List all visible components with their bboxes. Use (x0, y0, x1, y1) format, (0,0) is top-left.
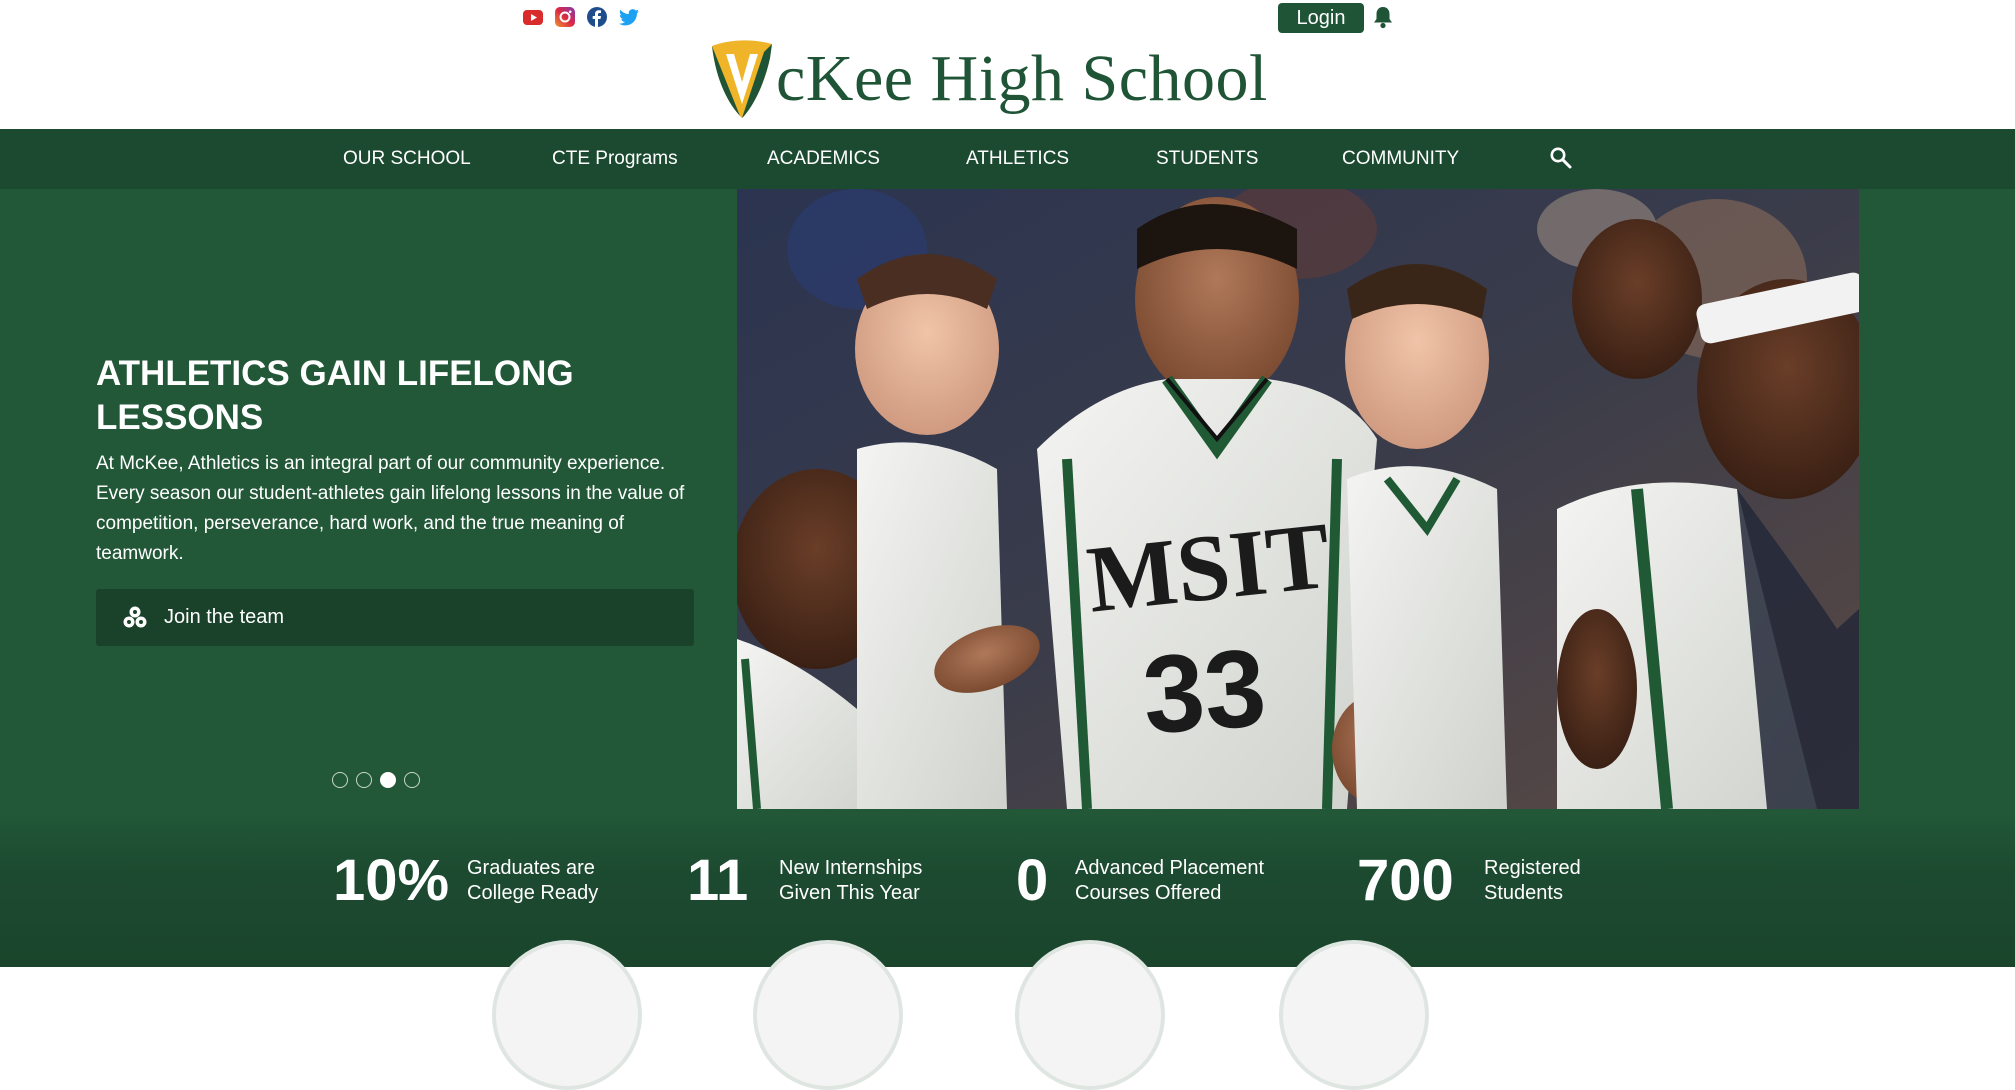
feature-circle-2[interactable] (753, 940, 903, 1090)
search-icon[interactable] (1549, 146, 1573, 170)
feature-circle-3[interactable] (1015, 940, 1165, 1090)
join-team-button[interactable]: Join the team (96, 589, 694, 646)
stat-value-graduates: 10% (333, 848, 450, 913)
slider-dot-3-active[interactable] (380, 772, 396, 788)
stat-value-ap-courses: 0 (1016, 848, 1049, 913)
stat-label-ap-courses-2: Courses Offered (1075, 882, 1222, 904)
stat-value-internships: 11 (687, 848, 749, 913)
notification-bell-icon[interactable] (1372, 5, 1394, 29)
stats-strip (0, 811, 2015, 967)
slider-dot-1[interactable] (332, 772, 348, 788)
stat-label-ap-courses-1: Advanced Placement (1075, 857, 1265, 879)
stat-label-graduates-1: Graduates are (467, 857, 595, 879)
stat-label-students-2: Students (1484, 882, 1563, 904)
logo-shield-icon (712, 40, 772, 118)
nav-item-athletics[interactable]: ATHLETICS (966, 129, 1069, 189)
slider-dot-4[interactable] (404, 772, 420, 788)
stat-label-students-1: Registered (1484, 857, 1581, 879)
nav-item-our-school[interactable]: OUR SCHOOL (343, 129, 471, 189)
nav-item-academics[interactable]: ACADEMICS (767, 129, 880, 189)
join-team-label: Join the team (164, 606, 285, 628)
hero-description: At McKee, Athletics is an integral part … (96, 453, 685, 564)
twitter-icon[interactable] (618, 6, 640, 28)
login-button[interactable]: Login (1278, 3, 1364, 33)
nav-item-cte-programs[interactable]: CTE Programs (552, 129, 678, 189)
facebook-icon[interactable] (586, 6, 608, 28)
stat-label-internships-1: New Internships (779, 857, 923, 879)
hero-title: ATHLETICS GAIN LIFELONG LESSONS (96, 354, 574, 437)
site-header: Login cKee High School (0, 0, 2015, 129)
feature-circle-4[interactable] (1279, 940, 1429, 1090)
instagram-icon[interactable] (554, 6, 576, 28)
nav-item-community[interactable]: COMMUNITY (1342, 129, 1459, 189)
stat-label-graduates-2: College Ready (467, 882, 599, 904)
stat-value-students: 700 (1357, 848, 1454, 913)
nav-item-students[interactable]: STUDENTS (1156, 129, 1258, 189)
slider-dots (332, 772, 420, 788)
youtube-icon[interactable] (522, 6, 544, 28)
social-links (522, 6, 640, 28)
stat-label-internships-2: Given This Year (779, 882, 920, 904)
school-logo[interactable]: cKee High School (706, 38, 1268, 120)
slider-dot-2[interactable] (356, 772, 372, 788)
school-name: cKee High School (776, 42, 1268, 115)
team-icon (122, 605, 148, 631)
hero-photo: MSIT 33 (737, 189, 1859, 809)
jersey-number: 33 (1139, 626, 1270, 757)
main-nav: OUR SCHOOL CTE Programs ACADEMICS ATHLET… (0, 129, 2015, 189)
feature-circle-1[interactable] (492, 940, 642, 1090)
